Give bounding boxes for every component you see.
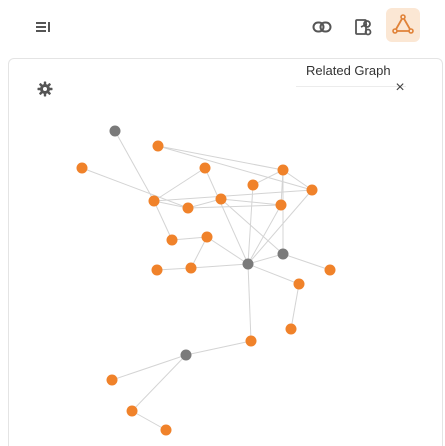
graph-node[interactable] [185,262,197,274]
graph-node[interactable] [106,374,118,386]
graph-node[interactable] [245,335,257,347]
graph-node[interactable] [180,349,192,361]
graph-node[interactable] [109,125,121,137]
graph-node[interactable] [126,405,138,417]
graph-edge [111,354,187,381]
graph-edge [247,204,282,265]
graph-node[interactable] [285,323,297,335]
graph-edge [131,410,167,431]
graph-node[interactable] [201,231,213,243]
graph-edge [157,145,284,171]
graph-node[interactable] [275,199,287,211]
graph-node[interactable] [293,278,305,290]
graph-node[interactable] [152,140,164,152]
graph-edge [220,198,282,206]
graph-node[interactable] [247,179,259,191]
graph-node[interactable] [199,162,211,174]
graph-edge [131,354,187,412]
graph-edge [187,204,282,209]
graph-edge [153,189,313,202]
related-graph-canvas[interactable] [0,0,445,445]
graph-node[interactable] [160,424,172,436]
graph-node[interactable] [242,258,254,270]
graph-edge [290,283,300,330]
graph-node[interactable] [277,164,289,176]
graph-edge [185,340,252,356]
graph-node[interactable] [306,184,318,196]
graph-node[interactable] [324,264,336,276]
graph-edge [153,167,206,202]
graph-edge [247,263,252,342]
graph-edge [81,167,189,209]
graph-node[interactable] [151,264,163,276]
graph-edge [247,184,254,265]
graph-edge [153,200,173,241]
graph-node[interactable] [76,162,88,174]
graph-edge [247,263,300,285]
graph-node[interactable] [215,193,227,205]
graph-node[interactable] [277,248,289,260]
graph-edge [190,263,249,269]
graph-node[interactable] [182,202,194,214]
graph-edge [282,253,331,271]
graph-node[interactable] [148,195,160,207]
graph-edge [114,130,155,202]
graph-node[interactable] [166,234,178,246]
